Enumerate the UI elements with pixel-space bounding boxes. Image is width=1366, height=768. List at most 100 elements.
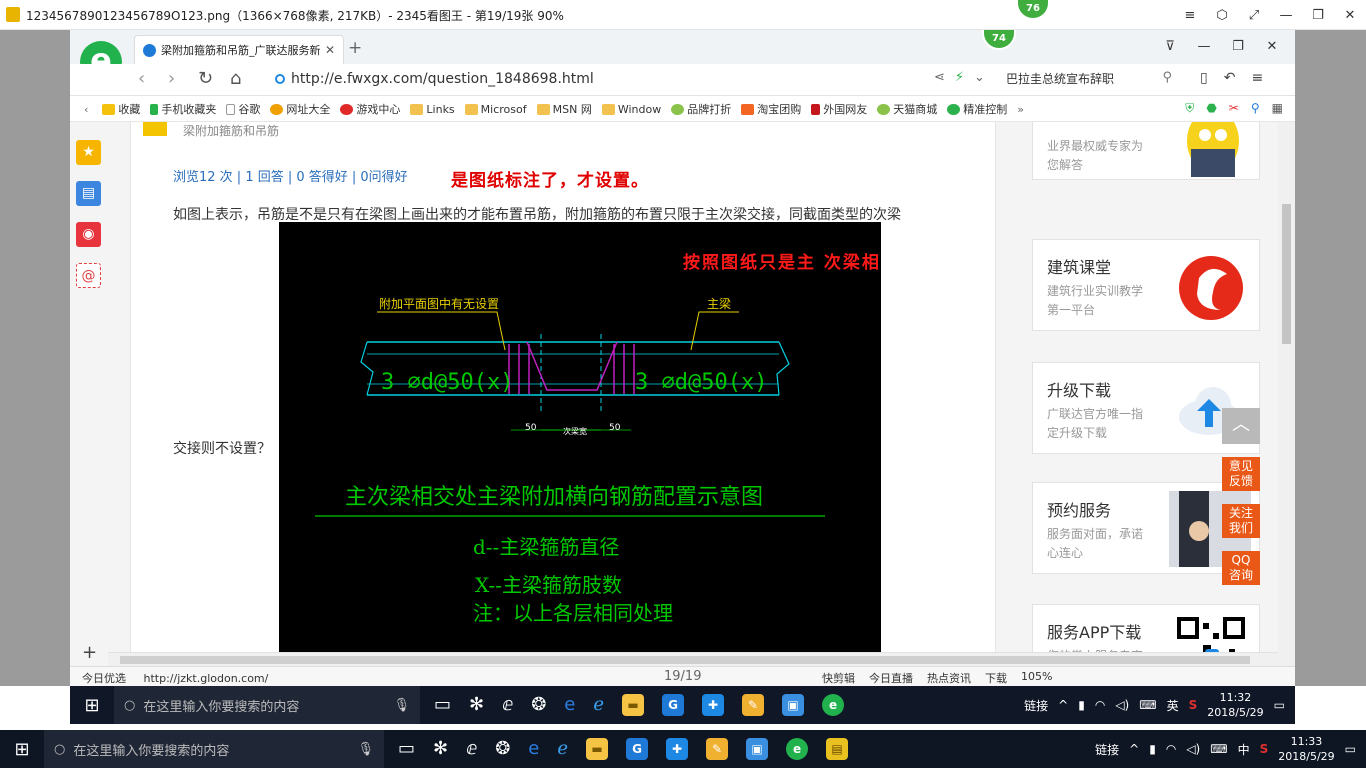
- search-tool-icon[interactable]: ⚲: [1251, 101, 1260, 116]
- shield-icon[interactable]: ⛨: [1185, 101, 1194, 116]
- bookmark-item[interactable]: 收藏: [102, 101, 140, 117]
- outer-mic-icon[interactable]: 🎙: [357, 742, 374, 757]
- bookmark-item[interactable]: Microsof: [464, 103, 527, 116]
- refresh-icon[interactable]: ↻: [198, 68, 213, 89]
- outer-plus-app-icon[interactable]: ✚: [666, 738, 689, 760]
- zoom-level[interactable]: 105%: [1021, 670, 1052, 686]
- notes-app-icon[interactable]: ✎: [742, 694, 765, 716]
- inner-ime-label[interactable]: 英: [1167, 697, 1179, 714]
- volume-icon[interactable]: ◁): [1115, 698, 1129, 712]
- inner-clock[interactable]: 11:32 2018/5/29: [1207, 690, 1263, 720]
- keyboard-icon[interactable]: ⌨: [1139, 698, 1156, 712]
- home-icon[interactable]: ⌂: [230, 68, 241, 89]
- outer-wifi-icon[interactable]: ◠: [1166, 742, 1176, 756]
- outer-search-box[interactable]: ○ 在这里输入你要搜索的内容 🎙: [44, 730, 384, 768]
- outer-task-view-icon[interactable]: ▭: [398, 738, 415, 760]
- wifi-icon[interactable]: ◠: [1095, 698, 1105, 712]
- expert-card[interactable]: 业界最权威专家为您解答: [1032, 122, 1260, 180]
- bookmark-item[interactable]: 手机收藏夹: [150, 101, 216, 117]
- outer-links-label[interactable]: 链接: [1095, 741, 1119, 758]
- search-box[interactable]: 巴拉圭总统宣布辞职 ⚲: [1006, 70, 1174, 90]
- forward-icon[interactable]: ›: [168, 68, 175, 89]
- explorer-icon[interactable]: ▬: [622, 694, 645, 716]
- hscroll-thumb[interactable]: [120, 656, 1250, 664]
- ie-icon[interactable]: ⅇ: [502, 694, 513, 716]
- outer-glodon-icon[interactable]: G: [626, 738, 649, 760]
- bookmark-item[interactable]: 游戏中心: [340, 101, 400, 117]
- outer-fan-icon[interactable]: ✻: [433, 738, 448, 760]
- browser-app-icon[interactable]: e: [822, 694, 845, 716]
- outer-clock[interactable]: 11:33 2018/5/29: [1278, 734, 1334, 764]
- bookmark-item[interactable]: 淘宝团购: [741, 101, 801, 117]
- mail-icon[interactable]: @: [76, 263, 101, 288]
- outer-battery-icon[interactable]: ▮: [1149, 742, 1156, 756]
- download-button[interactable]: 下载: [985, 670, 1007, 686]
- speed-icon[interactable]: ⚡: [955, 70, 964, 85]
- image-viewer-icon[interactable]: ▤: [826, 738, 849, 760]
- qq-button[interactable]: QQ 咨询: [1222, 551, 1260, 585]
- bookmark-item[interactable]: Window: [601, 103, 661, 116]
- mic-icon[interactable]: 🎙: [393, 698, 410, 713]
- fan-icon[interactable]: ✻: [469, 694, 484, 716]
- outer-ime-label[interactable]: 中: [1238, 741, 1250, 758]
- follow-button[interactable]: 关注 我们: [1222, 504, 1260, 538]
- gesture-badge[interactable]: 76: [1016, 0, 1050, 20]
- apps-icon[interactable]: ▦: [1272, 101, 1283, 116]
- browser-close-button[interactable]: ✕: [1255, 35, 1289, 59]
- notification-icon[interactable]: ▭: [1274, 698, 1285, 712]
- viewer-minimize-button[interactable]: —: [1270, 0, 1302, 30]
- quick-clip-button[interactable]: 快剪辑: [822, 670, 855, 686]
- bookmark-item[interactable]: MSN 网: [536, 101, 592, 117]
- bookmark-item[interactable]: 天猫商城: [877, 101, 937, 117]
- live-button[interactable]: 今日直播: [869, 670, 913, 686]
- bookmarks-more-icon[interactable]: »: [1017, 103, 1024, 116]
- edge-icon[interactable]: e: [564, 694, 575, 716]
- ie-blue-icon[interactable]: ℯ: [593, 694, 604, 716]
- outer-edge-icon[interactable]: e: [528, 738, 539, 760]
- back-to-top-button[interactable]: ︿: [1222, 408, 1260, 444]
- horizontal-scrollbar[interactable]: [108, 652, 1278, 666]
- back-icon[interactable]: ‹: [138, 68, 145, 89]
- outer-browser-app-icon[interactable]: e: [786, 738, 809, 760]
- outer-sogou-icon[interactable]: S: [1260, 742, 1269, 756]
- menu-icon[interactable]: ≡: [1251, 70, 1263, 86]
- browser-badge[interactable]: 74: [982, 30, 1016, 50]
- inner-start-icon[interactable]: ⊞: [70, 695, 114, 716]
- swirl-icon[interactable]: ❂: [531, 694, 546, 716]
- outer-start-icon[interactable]: ⊞: [0, 739, 44, 760]
- outer-ie-blue-icon[interactable]: ℯ: [557, 738, 568, 760]
- sogou-icon[interactable]: S: [1189, 698, 1198, 712]
- url-dropdown-icon[interactable]: ⌄: [974, 70, 985, 85]
- outer-notes-app-icon[interactable]: ✎: [706, 738, 729, 760]
- course-card[interactable]: 建筑课堂 建筑行业实训教学第一平台: [1032, 239, 1260, 331]
- vertical-scrollbar[interactable]: [1278, 122, 1295, 666]
- outer-ie-icon[interactable]: ⅇ: [466, 738, 477, 760]
- tray-chevron-icon[interactable]: ^: [1058, 698, 1068, 712]
- today-picks-label[interactable]: 今日优选: [82, 672, 126, 685]
- bookmark-item[interactable]: 网址大全: [270, 101, 330, 117]
- bookmark-item[interactable]: 品牌打折: [671, 101, 731, 117]
- search-icon[interactable]: ⚲: [1162, 70, 1172, 85]
- viewer-fullscreen-icon[interactable]: ⤢: [1238, 0, 1270, 30]
- feedback-button[interactable]: 意见 反馈: [1222, 457, 1260, 491]
- outer-swirl-icon[interactable]: ❂: [495, 738, 510, 760]
- browser-minimize-button[interactable]: —: [1187, 35, 1221, 59]
- bookmark-item[interactable]: Links: [410, 103, 455, 116]
- inner-links-label[interactable]: 链接: [1024, 697, 1048, 714]
- viewer-close-button[interactable]: ✕: [1334, 0, 1366, 30]
- phone-icon[interactable]: ▯: [1200, 70, 1208, 86]
- outer-explorer-icon[interactable]: ▬: [586, 738, 609, 760]
- outer-tray-chevron-icon[interactable]: ^: [1129, 742, 1139, 756]
- battery-icon[interactable]: ▮: [1078, 698, 1085, 712]
- question-stats[interactable]: 浏览12 次 | 1 回答 | 0 答得好 | 0问得好: [173, 166, 408, 185]
- outer-volume-icon[interactable]: ◁): [1186, 742, 1200, 756]
- sidebar-toggle-icon[interactable]: ‹: [84, 103, 88, 116]
- viewer-menu-icon[interactable]: ≡: [1174, 0, 1206, 30]
- notes-icon[interactable]: ▤: [76, 181, 101, 206]
- weibo-icon[interactable]: ◉: [76, 222, 101, 247]
- bookmark-item[interactable]: 外国网友: [811, 101, 867, 117]
- bookmark-item[interactable]: 精准控制: [947, 101, 1007, 117]
- url-field[interactable]: http://e.fwxgx.com/question_1848698.html: [275, 71, 594, 87]
- task-view-icon[interactable]: ▭: [434, 694, 451, 716]
- viewer-restore-button[interactable]: ❐: [1302, 0, 1334, 30]
